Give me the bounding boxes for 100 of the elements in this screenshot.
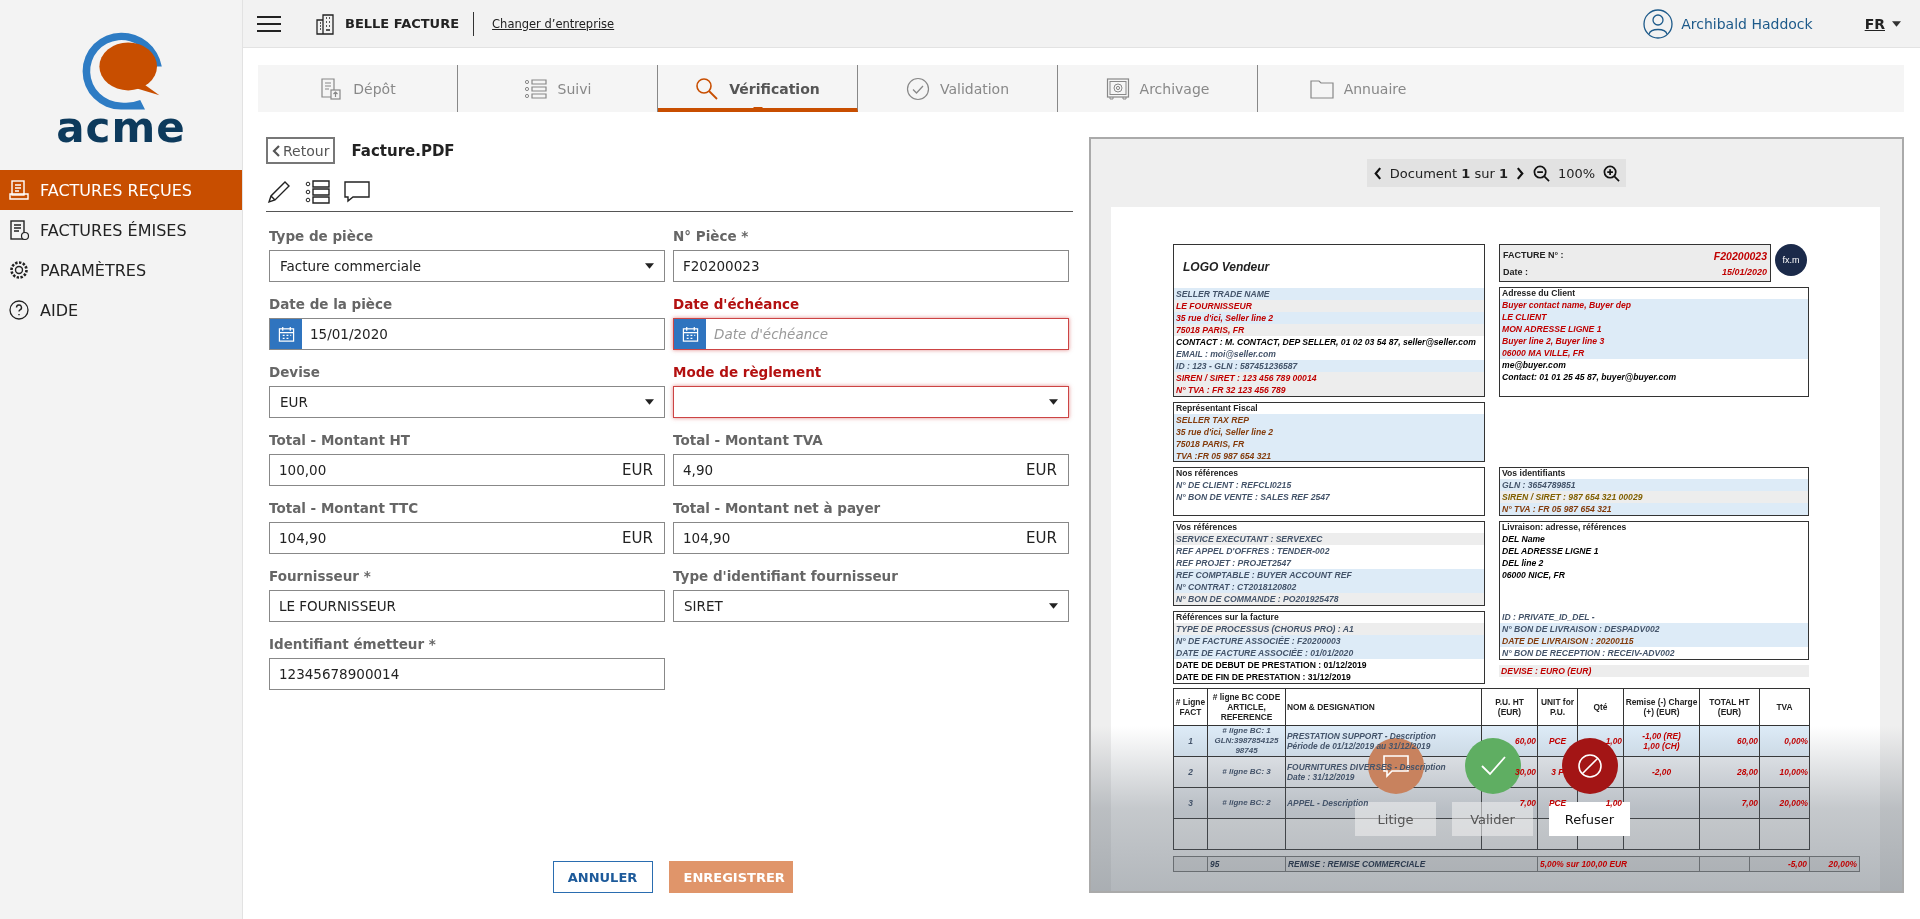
document-line: me@buyer.com: [1501, 359, 1567, 371]
chevron-left-icon: [272, 144, 280, 157]
sidebar-item[interactable]: PARAMÈTRES: [0, 250, 242, 290]
field-label: Type de pièce: [269, 227, 375, 246]
company-name: BELLE FACTURE: [345, 16, 460, 31]
zoom-in-icon[interactable]: [1603, 164, 1621, 182]
change-company-link[interactable]: Changer d’entreprise: [492, 16, 615, 31]
table-cell-text: 0,00%: [1783, 736, 1808, 746]
list-icon[interactable]: [305, 179, 331, 205]
back-button[interactable]: Retour: [266, 137, 336, 164]
table-cell-text: # ligne BC: 1: [1221, 726, 1272, 736]
field-label: Fournisseur *: [269, 567, 372, 586]
calendar-button[interactable]: [270, 319, 302, 349]
table-cell: REMISE : REMISE COMMERCIALE: [1288, 859, 1426, 869]
table-cell-text: PCE: [1547, 736, 1568, 746]
chevron-left-icon[interactable]: [1372, 166, 1382, 180]
field-label: Total - Montant net à payer: [673, 499, 882, 518]
column-header: # Ligne FACT: [1173, 688, 1208, 726]
field-label: Identifiant émetteur *: [269, 635, 437, 654]
table-cell-text: 98745: [1234, 746, 1259, 756]
unit-label: EUR: [1026, 529, 1057, 547]
logo-badge: fx.m: [1775, 244, 1807, 276]
user-icon: [1643, 8, 1674, 39]
table-cell-text: 30,00: [1514, 767, 1536, 777]
calendar-icon: [681, 325, 699, 343]
document-line: ID : PRIVATE_ID_DEL -: [1501, 611, 1596, 623]
table-cell-text: # ligne BC: 3: [1221, 767, 1272, 777]
document-icon: [319, 76, 344, 101]
date-field[interactable]: Date d'échéance: [673, 318, 1069, 350]
zoom-out-icon[interactable]: [1533, 164, 1550, 182]
settings-icon: [8, 259, 30, 281]
column-header: TOTAL HT (EUR): [1699, 688, 1760, 726]
table-cell-text: 1,00: [1604, 736, 1622, 746]
document-line: DATE DE DEBUT DE PRESTATION : 01/12/2019: [1175, 659, 1368, 671]
table-cell-text: -2,00: [1650, 767, 1673, 777]
document-line: DEL line 2: [1501, 557, 1545, 569]
field-label: Type d'identifiant fournisseur: [673, 567, 899, 586]
dropdown-field[interactable]: EUR: [269, 386, 665, 418]
building-icon: [315, 12, 337, 35]
table-cell: -5,00: [1787, 859, 1807, 869]
table-cell: 95: [1210, 859, 1220, 869]
field-label: Mode de règlement: [673, 363, 823, 382]
input-field[interactable]: LE FOURNISSEUR: [269, 590, 665, 622]
table-cell-text: 28,00: [1736, 767, 1758, 777]
document-line: REF PROJET : PROJET2547: [1175, 557, 1293, 569]
table-cell: 5,00% sur 100,00 EUR: [1540, 859, 1628, 869]
sidebar-item[interactable]: FACTURES REÇUES: [0, 170, 242, 210]
field-label: N° Pièce *: [673, 227, 750, 246]
help-icon: [8, 299, 30, 321]
table-cell: 20,00%: [1828, 859, 1857, 869]
caret-icon[interactable]: [1892, 20, 1901, 27]
field-label: Devise: [269, 363, 321, 382]
chevron-right-icon[interactable]: [1516, 166, 1525, 180]
unit-label: EUR: [1026, 461, 1057, 479]
zoom-level: 100%: [1558, 165, 1596, 181]
dropdown-field[interactable]: SIRET: [673, 590, 1069, 622]
column-header: P.U. HT (EUR): [1481, 688, 1538, 726]
invoice-number-label: FACTURE N° :: [1503, 249, 1564, 262]
search-icon: [695, 76, 720, 101]
document-line: N° BON DE RECEPTION : RECEIV-ADV002: [1501, 647, 1676, 659]
unit-label: EUR: [622, 529, 653, 547]
section-title: Vos identifiants: [1501, 468, 1567, 479]
field-label: Total - Montant TVA: [673, 431, 824, 450]
table-cell-text: 3: [1187, 798, 1194, 808]
comment-icon[interactable]: [344, 179, 370, 205]
document-line: N° DE CLIENT : REFCLI0215: [1175, 479, 1293, 491]
column-header: Remise (-) Charge (+) (EUR): [1623, 688, 1700, 726]
column-header: UNIT for P.U.: [1537, 688, 1578, 726]
sidebar-item[interactable]: AIDE: [0, 290, 242, 330]
page-indicator: Document 1 sur 1: [1389, 165, 1508, 181]
input-field[interactable]: F20200023: [673, 250, 1069, 282]
field-label: Date de la pièce: [269, 295, 394, 314]
sidebar-item[interactable]: FACTURES ÉMISES: [0, 210, 242, 250]
table-cell-text: Date : 31/12/2019: [1287, 772, 1356, 782]
document-line: DATE DE FIN DE PRESTATION : 31/12/2019: [1175, 671, 1352, 683]
calendar-icon: [277, 325, 295, 343]
table-cell-text: PRESTATION SUPPORT - Description: [1287, 731, 1437, 741]
invoice-date-label: Date :: [1503, 266, 1528, 277]
pencil-icon[interactable]: [266, 179, 292, 205]
column-header: # ligne BC CODE ARTICLE, REFERENCE: [1207, 688, 1286, 726]
unit-label: EUR: [622, 461, 653, 479]
document-line: DEL ADRESSE LIGNE 1: [1501, 545, 1600, 557]
table-cell-text: 60,00: [1514, 736, 1536, 746]
section-title: Vos références: [1175, 522, 1238, 533]
menu-icon[interactable]: [257, 15, 281, 32]
invoice-date: 15/01/2020: [1721, 266, 1767, 277]
input-field[interactable]: 12345678900014: [269, 658, 665, 690]
field-label: Date d'échéance: [673, 295, 801, 314]
check-circle-icon: [905, 76, 930, 101]
calendar-button[interactable]: [674, 319, 706, 349]
table-cell-text: -1,00 (RE): [1641, 731, 1682, 741]
user-name[interactable]: Archibald Haddock: [1681, 15, 1813, 32]
table-cell-text: 60,00: [1736, 736, 1758, 746]
table-cell-text: 7,00: [1740, 798, 1758, 808]
dropdown-field[interactable]: [673, 386, 1069, 418]
language-selector[interactable]: FR: [1864, 15, 1885, 32]
table-cell-text: GLN:3987854125: [1213, 736, 1280, 746]
cancel-button[interactable]: ANNULER: [552, 861, 653, 893]
date-field[interactable]: 15/01/2020: [269, 318, 665, 350]
dropdown-field[interactable]: Facture commerciale: [269, 250, 665, 282]
